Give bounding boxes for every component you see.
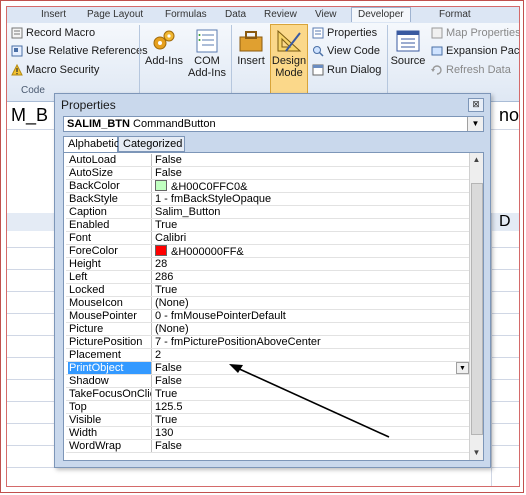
screenshot-frame: Insert Page Layout Formulas Data Review … xyxy=(6,6,520,487)
annotation-arrow xyxy=(229,364,390,438)
